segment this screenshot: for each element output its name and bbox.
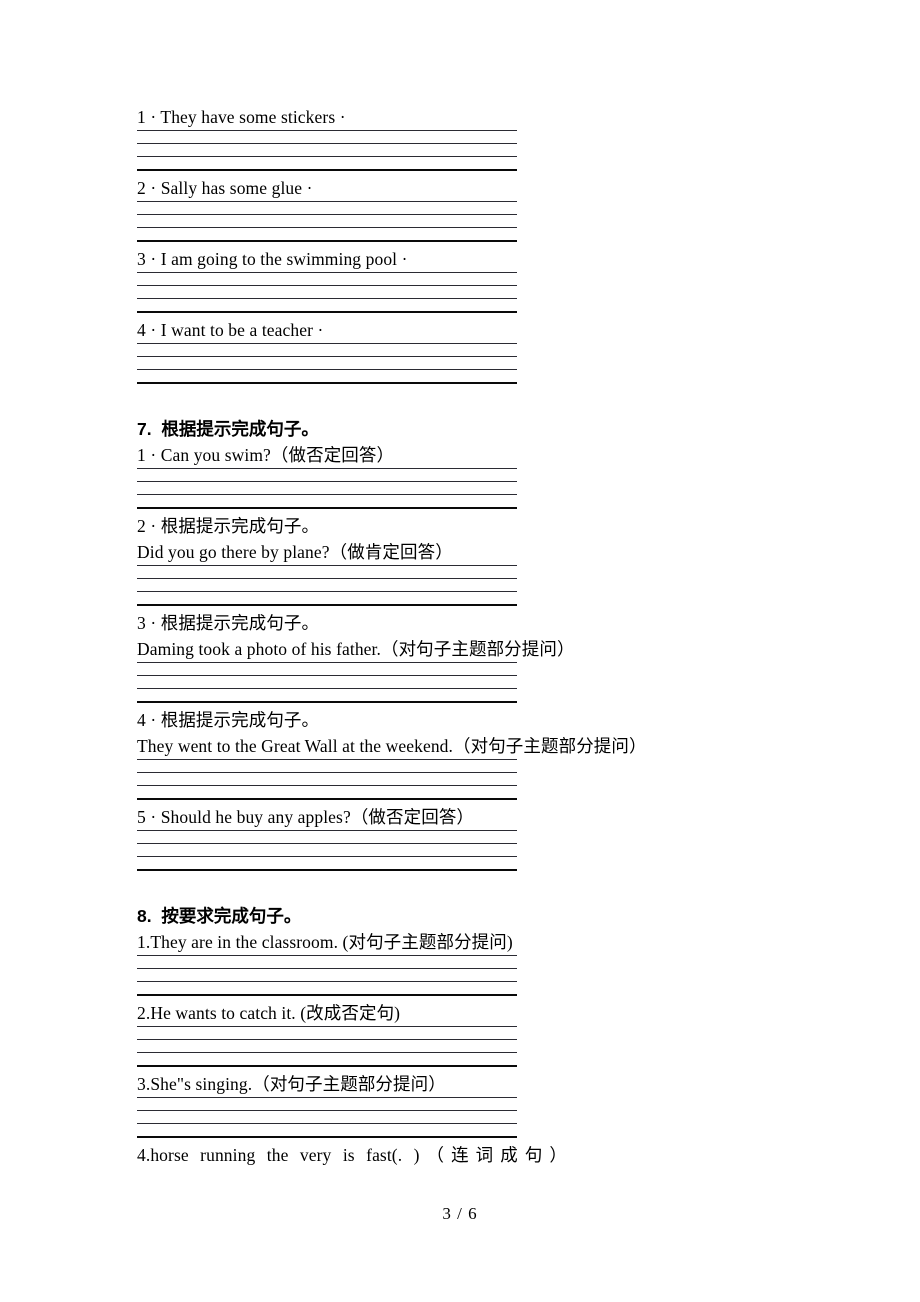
answer-rule[interactable] — [137, 227, 517, 228]
question-text: Did you go there by plane?（做肯定回答） — [137, 542, 453, 562]
answer-rule-group[interactable] — [137, 201, 517, 242]
question-text: 1.They are in the classroom. (对句子主题部分提问) — [137, 932, 513, 952]
answer-rule-group[interactable] — [137, 130, 517, 171]
answer-rule-group[interactable] — [137, 343, 517, 384]
answer-rule[interactable] — [137, 968, 517, 969]
answer-rule[interactable] — [137, 201, 517, 202]
answer-rule[interactable] — [137, 298, 517, 299]
answer-rule[interactable] — [137, 591, 517, 592]
question-text: They went to the Great Wall at the weeke… — [137, 736, 647, 756]
answer-rule-group[interactable] — [137, 955, 517, 996]
page-content: 1 · They have some stickers · 2 · Sally … — [137, 104, 837, 1168]
worksheet-page: 1 · They have some stickers · 2 · Sally … — [0, 0, 920, 1302]
answer-rule-group[interactable] — [137, 830, 517, 871]
answer-rule-group[interactable] — [137, 1026, 517, 1067]
answer-rule[interactable] — [137, 578, 517, 579]
answer-rule[interactable] — [137, 830, 517, 831]
answer-rule[interactable] — [137, 156, 517, 157]
answer-rule[interactable] — [137, 843, 517, 844]
answer-rule[interactable] — [137, 1097, 517, 1098]
answer-rule[interactable] — [137, 214, 517, 215]
page-number-footer: 3 / 6 — [442, 1204, 478, 1223]
question-text: 2.He wants to catch it. (改成否定句) — [137, 1003, 401, 1023]
answer-rule-group[interactable] — [137, 662, 517, 703]
answer-rule[interactable] — [137, 369, 517, 370]
question-text: 4 · I want to be a teacher · — [137, 320, 324, 340]
answer-rule[interactable] — [137, 1123, 517, 1124]
question-text-scrambled: 4.horse running the very is fast(. )（连词成… — [137, 1145, 567, 1165]
answer-rule[interactable] — [137, 772, 517, 773]
answer-rule[interactable] — [137, 468, 517, 469]
section-7: 7. 根据提示完成句子。 1 · Can you swim?（做否定回答） 2 … — [137, 416, 837, 871]
answer-rule-group[interactable] — [137, 468, 517, 509]
answer-rule[interactable] — [137, 130, 517, 131]
answer-rule-group[interactable] — [137, 1097, 517, 1138]
answer-rule[interactable] — [137, 272, 517, 273]
answer-rule-group[interactable] — [137, 272, 517, 313]
question-prompt: 2 · 根据提示完成句子。 — [137, 516, 320, 536]
answer-rule[interactable] — [137, 481, 517, 482]
answer-rule[interactable] — [137, 343, 517, 344]
answer-rule[interactable] — [137, 785, 517, 786]
answer-rule[interactable] — [137, 285, 517, 286]
answer-rule[interactable] — [137, 856, 517, 857]
question-prompt: 3 · 根据提示完成句子。 — [137, 613, 320, 633]
question-text: 3 · I am going to the swimming pool · — [137, 249, 408, 269]
answer-rule[interactable] — [137, 356, 517, 357]
answer-rule[interactable] — [137, 759, 517, 760]
answer-rule[interactable] — [137, 1039, 517, 1040]
question-text: 2 · Sally has some glue · — [137, 178, 313, 198]
answer-rule[interactable] — [137, 688, 517, 689]
answer-rule[interactable] — [137, 565, 517, 566]
answer-rule[interactable] — [137, 494, 517, 495]
section-8-heading: 8. 按要求完成句子。 — [137, 906, 302, 926]
answer-rule[interactable] — [137, 675, 517, 676]
exercise-continuation-block: 1 · They have some stickers · 2 · Sally … — [137, 104, 837, 384]
question-text: 1 · Can you swim?（做否定回答） — [137, 445, 395, 465]
answer-rule[interactable] — [137, 1026, 517, 1027]
answer-rule[interactable] — [137, 662, 517, 663]
answer-rule[interactable] — [137, 1110, 517, 1111]
answer-rule[interactable] — [137, 981, 517, 982]
question-text: 1 · They have some stickers · — [137, 107, 346, 127]
answer-rule[interactable] — [137, 143, 517, 144]
question-text: 3.She"s singing.（对句子主题部分提问） — [137, 1074, 446, 1094]
section-7-heading: 7. 根据提示完成句子。 — [137, 419, 319, 439]
answer-rule-group[interactable] — [137, 565, 517, 606]
question-prompt: 4 · 根据提示完成句子。 — [137, 710, 320, 730]
answer-rule[interactable] — [137, 955, 517, 956]
question-text: Daming took a photo of his father.（对句子主题… — [137, 639, 575, 659]
question-text: 5 · Should he buy any apples?（做否定回答） — [137, 807, 475, 827]
section-8: 8. 按要求完成句子。 1.They are in the classroom.… — [137, 903, 837, 1168]
answer-rule[interactable] — [137, 1052, 517, 1053]
answer-rule-group[interactable] — [137, 759, 517, 800]
